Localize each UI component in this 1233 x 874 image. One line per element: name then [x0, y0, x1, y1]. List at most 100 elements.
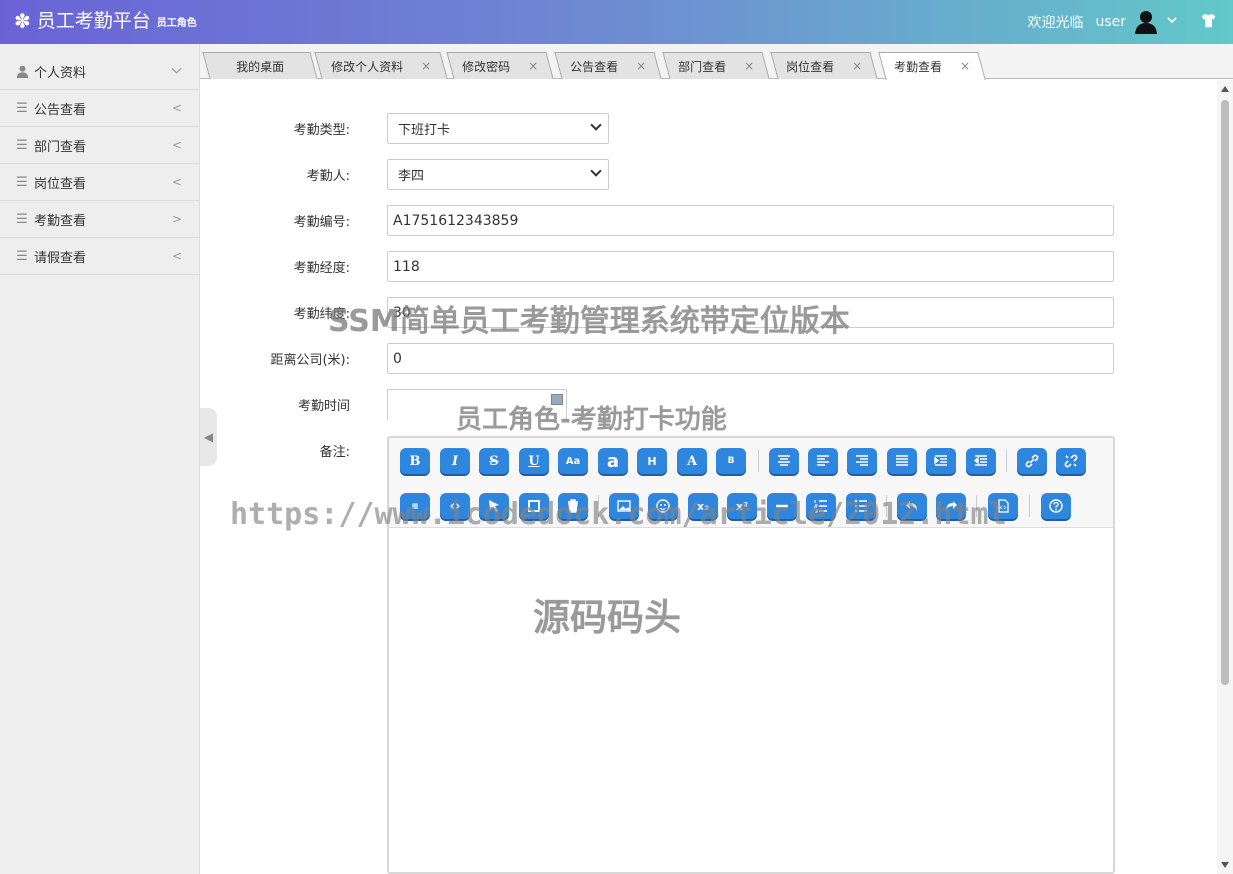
chevron-down-icon: [590, 119, 602, 131]
tab-desktop[interactable]: 我的桌面: [202, 52, 318, 79]
tab-position[interactable]: 岗位查看 ×: [770, 52, 878, 79]
sidebar-item-label: 考勤查看: [34, 213, 87, 229]
scroll-thumb[interactable]: [1221, 100, 1229, 685]
close-icon[interactable]: ×: [528, 59, 538, 73]
attendance-person-select[interactable]: 李四: [387, 159, 609, 190]
close-icon[interactable]: ×: [636, 59, 646, 73]
menu-icon: ☰: [16, 100, 28, 116]
latitude-input[interactable]: 30: [387, 297, 1114, 328]
toolbar-separator: [758, 450, 759, 472]
sidebar-collapse-toggle[interactable]: ◀: [200, 408, 217, 466]
outdent-icon[interactable]: [966, 448, 996, 474]
heading-icon[interactable]: H: [637, 448, 667, 474]
tab-notice[interactable]: 公告查看 ×: [554, 52, 662, 79]
emoji-icon[interactable]: [648, 493, 678, 519]
code-icon[interactable]: ‹›: [440, 493, 470, 519]
username[interactable]: user: [1095, 14, 1126, 30]
scroll-down-icon[interactable]: [1221, 862, 1229, 868]
top-header: ✽ 员工考勤平台 员工角色 欢迎光临 user: [0, 0, 1233, 44]
select-value: 下班打卡: [398, 123, 451, 138]
tab-change-password[interactable]: 修改密码 ×: [446, 52, 554, 79]
fullscreen-icon[interactable]: [519, 493, 549, 519]
strikethrough-icon[interactable]: S: [479, 448, 509, 474]
select-value: 李四: [398, 169, 425, 184]
unordered-list-icon[interactable]: [846, 493, 876, 519]
tab-edit-profile[interactable]: 修改个人资料 ×: [314, 52, 448, 79]
type-label: 考勤类型:: [293, 123, 350, 138]
sidebar-item-label: 请假查看: [34, 250, 87, 266]
undo-icon[interactable]: [897, 493, 927, 519]
editor-content-area[interactable]: [389, 528, 1113, 872]
welcome-text: 欢迎光临: [1027, 15, 1084, 31]
image-icon[interactable]: [609, 493, 639, 519]
sidebar-item-label: 个人资料: [34, 65, 87, 81]
underline-icon[interactable]: U: [519, 448, 549, 474]
longitude-input[interactable]: 118: [387, 251, 1114, 282]
sidebar-item-position[interactable]: ☰ 岗位查看 <: [0, 164, 199, 201]
theme-shirt-icon[interactable]: [1200, 12, 1217, 33]
chevron-left-icon: <: [171, 175, 182, 189]
source-code-icon[interactable]: [988, 493, 1018, 519]
sidebar-item-notice[interactable]: ☰ 公告查看 <: [0, 90, 199, 127]
ordered-list-icon[interactable]: [806, 493, 836, 519]
scroll-up-icon[interactable]: [1221, 86, 1229, 92]
horizontal-rule-icon[interactable]: [767, 493, 797, 519]
trash-icon[interactable]: [558, 493, 588, 519]
distance-label: 距离公司(米):: [270, 353, 350, 368]
tab-label: 修改密码: [462, 59, 511, 74]
toolbar-separator: [1029, 495, 1030, 517]
superscript-icon[interactable]: x²: [727, 493, 757, 519]
distance-input[interactable]: 0: [387, 343, 1114, 374]
unlink-icon[interactable]: [1056, 448, 1086, 474]
bold-icon[interactable]: B: [400, 448, 430, 474]
indent-icon[interactable]: [926, 448, 956, 474]
header-user-area: 欢迎光临 user: [1027, 0, 1217, 44]
close-icon[interactable]: ×: [852, 59, 862, 73]
table-icon[interactable]: ▦: [400, 493, 430, 519]
attendance-type-select[interactable]: 下班打卡: [387, 113, 609, 144]
time-label: 考勤时间: [297, 399, 350, 414]
align-center-icon[interactable]: [769, 448, 799, 474]
chevron-down-icon[interactable]: [1166, 14, 1178, 30]
align-left-icon[interactable]: [808, 448, 838, 474]
sidebar-item-label: 公告查看: [34, 102, 87, 118]
editor-toolbar: B I S U Aa a H A B ▦ ‹› x₂ x²: [389, 438, 1113, 528]
attendance-time-input[interactable]: [387, 389, 567, 420]
align-right-icon[interactable]: [847, 448, 877, 474]
toolbar-separator: [1006, 450, 1007, 472]
close-icon[interactable]: ×: [960, 59, 970, 73]
font-size-icon[interactable]: Aa: [558, 448, 588, 474]
chevron-down-icon: [590, 165, 602, 177]
sidebar-item-leave[interactable]: ☰ 请假查看 <: [0, 238, 199, 275]
attendance-code-input[interactable]: A1751612343859: [387, 205, 1114, 236]
sidebar-item-department[interactable]: ☰ 部门查看 <: [0, 127, 199, 164]
menu-icon: ☰: [16, 174, 28, 190]
sidebar-item-attendance[interactable]: ☰ 考勤查看 >: [0, 201, 199, 238]
background-color-icon[interactable]: B: [716, 448, 746, 474]
tab-attendance[interactable]: 考勤查看 ×: [878, 52, 986, 80]
link-icon[interactable]: [1017, 448, 1047, 474]
user-avatar-icon[interactable]: [1134, 10, 1158, 34]
calendar-icon[interactable]: [551, 394, 563, 405]
align-justify-icon[interactable]: [887, 448, 917, 474]
help-icon[interactable]: [1041, 493, 1071, 519]
menu-icon: ☰: [16, 211, 28, 227]
close-icon[interactable]: ×: [421, 59, 431, 73]
cursor-icon[interactable]: [479, 493, 509, 519]
sidebar-item-profile[interactable]: 个人资料: [0, 44, 199, 90]
font-family-icon[interactable]: a: [598, 448, 628, 474]
menu-icon: ☰: [16, 137, 28, 153]
redo-icon[interactable]: [936, 493, 966, 519]
tab-department[interactable]: 部门查看 ×: [662, 52, 770, 79]
subscript-icon[interactable]: x₂: [688, 493, 718, 519]
latitude-label: 考勤纬度:: [293, 307, 350, 322]
font-color-icon[interactable]: A: [677, 448, 707, 474]
page-scrollbar[interactable]: [1217, 80, 1233, 874]
toolbar-separator: [598, 495, 599, 517]
remark-label: 备注:: [319, 445, 350, 460]
tab-label: 修改个人资料: [331, 59, 404, 74]
sidebar: 个人资料 ☰ 公告查看 < ☰ 部门查看 < ☰ 岗位查看 < ☰ 考勤查看 >…: [0, 44, 200, 874]
tab-label: 考勤查看: [893, 59, 942, 74]
close-icon[interactable]: ×: [744, 59, 754, 73]
italic-icon[interactable]: I: [440, 448, 470, 474]
